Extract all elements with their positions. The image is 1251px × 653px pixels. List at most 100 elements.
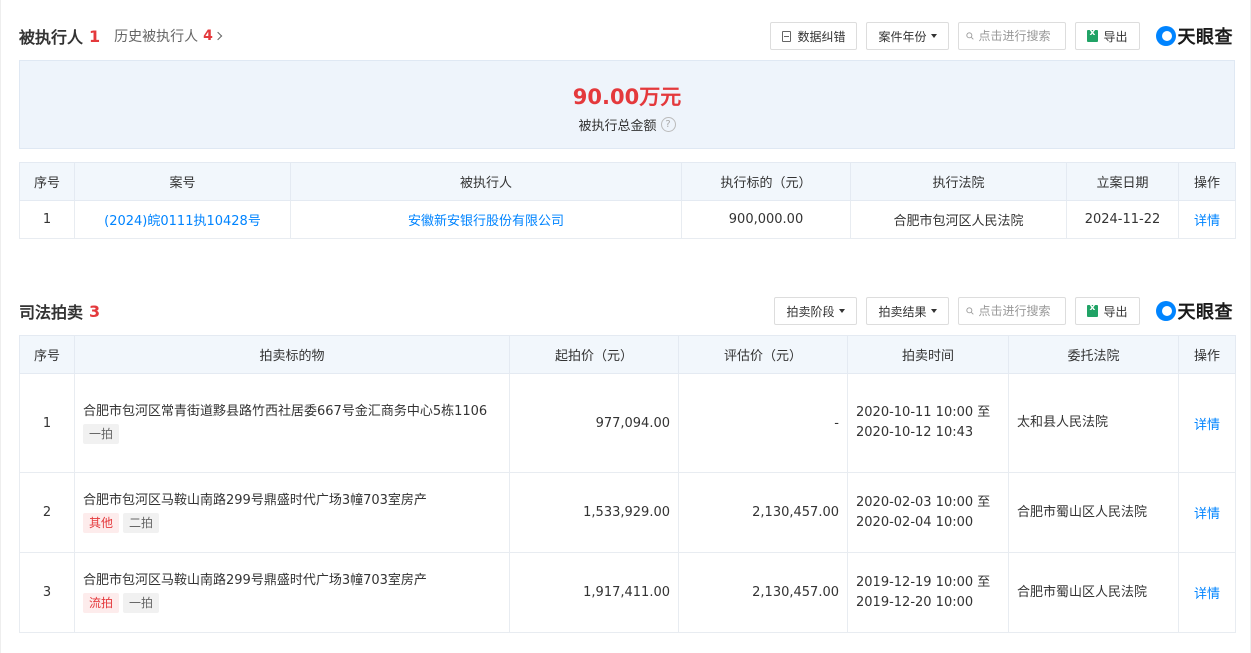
header-start-price: 起拍价（元） (509, 335, 679, 374)
caret-down-icon (931, 34, 938, 38)
caret-down-icon (931, 309, 938, 313)
total-amount-summary: 90.00万元 被执行总金额 ? (19, 60, 1235, 149)
header-amount: 执行标的（元） (681, 162, 851, 201)
excel-icon (1087, 28, 1099, 42)
export-button[interactable]: 导出 (1075, 297, 1140, 325)
row-no: 1 (19, 200, 75, 239)
row-no: 2 (19, 472, 75, 553)
search-box[interactable] (958, 22, 1067, 50)
detail-link[interactable]: 详情 (1178, 552, 1236, 633)
auction-time-cell: 2020-10-11 10:00 至 2020-10-12 10:43 (847, 373, 1009, 473)
tag-badge: 二拍 (123, 513, 160, 533)
auction-item-cell: 合肥市包河区常青街道黟县路竹西社居委667号金汇商务中心5栋1106 一拍 (74, 373, 510, 473)
export-label: 导出 (1103, 29, 1128, 44)
table-row: 1 (2024)皖0111执10428号 安徽新安银行股份有限公司 900,00… (19, 200, 1236, 239)
row-no: 3 (19, 552, 75, 633)
table-row: 1 合肥市包河区常青街道黟县路竹西社居委667号金汇商务中心5栋1106 一拍 … (19, 373, 1236, 473)
header-court: 执行法院 (850, 162, 1067, 201)
table-row: 3 合肥市包河区马鞍山南路299号鼎盛时代广场3幢703室房产 流拍 一拍 1,9… (19, 552, 1236, 633)
header-action: 操作 (1178, 335, 1236, 374)
search-input[interactable] (978, 29, 1059, 43)
header-date: 立案日期 (1066, 162, 1179, 201)
header-time: 拍卖时间 (847, 335, 1009, 374)
executed-person-table: 序号 案号 被执行人 执行标的（元） 执行法院 立案日期 操作 1 (2024)… (19, 162, 1236, 239)
judicial-auction-title: 司法拍卖 (19, 303, 84, 322)
appraisal-cell: 2,130,457.00 (678, 472, 848, 553)
export-label: 导出 (1103, 304, 1128, 319)
excel-icon (1087, 303, 1099, 317)
search-icon (966, 307, 975, 315)
search-icon (966, 32, 975, 40)
search-box[interactable] (958, 297, 1067, 325)
help-icon[interactable]: ? (660, 117, 676, 132)
auction-time-cell: 2019-12-19 10:00 至 2019-12-20 10:00 (847, 552, 1009, 633)
total-amount-value: 90.00万元 (572, 85, 682, 109)
header-case-no: 案号 (74, 162, 291, 201)
caret-down-icon (839, 309, 846, 313)
header-court: 委托法院 (1008, 335, 1179, 374)
tianyancha-logo: 天眼查 (1155, 23, 1234, 49)
judicial-auction-header: 司法拍卖 3 拍卖阶段 拍卖结果 导出 天眼查 (19, 296, 1233, 326)
auction-item-text: 合肥市包河区马鞍山南路299号鼎盛时代广场3幢703室房产 (83, 573, 427, 588)
header-no: 序号 (19, 335, 75, 374)
appraisal-cell: - (678, 373, 848, 473)
search-input[interactable] (978, 304, 1059, 318)
data-correction-label: 数据纠错 (797, 29, 846, 44)
start-price-cell: 1,917,411.00 (509, 552, 679, 633)
date-cell: 2024-11-22 (1066, 200, 1179, 239)
executed-person-title: 被执行人 (19, 28, 84, 47)
chevron-right-icon (213, 31, 223, 41)
case-year-dropdown[interactable]: 案件年份 (866, 22, 950, 50)
case-no-link[interactable]: (2024)皖0111执10428号 (74, 200, 291, 239)
party-link[interactable]: 安徽新安银行股份有限公司 (290, 200, 682, 239)
export-button[interactable]: 导出 (1075, 22, 1140, 50)
table-header-row: 序号 案号 被执行人 执行标的（元） 执行法院 立案日期 操作 (19, 162, 1236, 201)
court-cell: 合肥市蜀山区人民法院 (1008, 472, 1179, 553)
start-price-cell: 977,094.00 (509, 373, 679, 473)
auction-stage-dropdown[interactable]: 拍卖阶段 (774, 297, 858, 325)
header-appraisal: 评估价（元） (678, 335, 848, 374)
table-row: 2 合肥市包河区马鞍山南路299号鼎盛时代广场3幢703室房产 其他 二拍 1,5… (19, 472, 1236, 553)
auction-stage-label: 拍卖阶段 (786, 304, 835, 319)
auction-item-text: 合肥市包河区常青街道黟县路竹西社居委667号金汇商务中心5栋1106 (83, 403, 488, 419)
auction-time-cell: 2020-02-03 10:00 至 2020-02-04 10:00 (847, 472, 1009, 553)
history-executed-label: 历史被执行人 (114, 29, 199, 45)
logo-icon (1155, 301, 1176, 321)
executed-person-header: 被执行人 1 历史被执行人 4 数据纠错 案件年份 导出 天眼查 (19, 21, 1233, 51)
tag-badge: 流拍 (83, 593, 120, 613)
header-action: 操作 (1178, 162, 1236, 201)
header-no: 序号 (19, 162, 75, 201)
history-executed-link[interactable]: 历史被执行人 4 (114, 26, 223, 46)
appraisal-cell: 2,130,457.00 (678, 552, 848, 633)
court-cell: 太和县人民法院 (1008, 373, 1179, 473)
document-icon (782, 30, 792, 42)
executed-person-count: 1 (89, 26, 101, 46)
logo-text: 天眼查 (1177, 27, 1233, 48)
auction-result-dropdown[interactable]: 拍卖结果 (866, 297, 950, 325)
page: 被执行人 1 历史被执行人 4 数据纠错 案件年份 导出 天眼查 (0, 0, 1251, 653)
data-correction-button[interactable]: 数据纠错 (770, 22, 858, 50)
judicial-auction-count: 3 (89, 301, 101, 321)
detail-link[interactable]: 详情 (1178, 373, 1236, 473)
logo-text: 天眼查 (1177, 302, 1233, 323)
header-party: 被执行人 (290, 162, 682, 201)
row-no: 1 (19, 373, 75, 473)
start-price-cell: 1,533,929.00 (509, 472, 679, 553)
header-item: 拍卖标的物 (74, 335, 510, 374)
tag-badge: 一拍 (123, 593, 160, 613)
auction-item-cell: 合肥市包河区马鞍山南路299号鼎盛时代广场3幢703室房产 流拍 一拍 (74, 552, 510, 633)
detail-link[interactable]: 详情 (1178, 200, 1236, 239)
total-amount-label: 被执行总金额 (578, 119, 657, 134)
logo-icon (1155, 26, 1176, 46)
judicial-auction-table: 序号 拍卖标的物 起拍价（元） 评估价（元） 拍卖时间 委托法院 操作 1 合肥… (19, 335, 1236, 633)
tianyancha-logo: 天眼查 (1155, 298, 1234, 324)
tag-badge: 一拍 (83, 423, 120, 444)
auction-result-label: 拍卖结果 (878, 304, 927, 319)
case-year-label: 案件年份 (878, 29, 927, 44)
amount-cell: 900,000.00 (681, 200, 851, 239)
history-executed-count: 4 (203, 28, 213, 44)
tag-badge: 其他 (83, 513, 120, 533)
auction-item-cell: 合肥市包河区马鞍山南路299号鼎盛时代广场3幢703室房产 其他 二拍 (74, 472, 510, 553)
detail-link[interactable]: 详情 (1178, 472, 1236, 553)
court-cell: 合肥市蜀山区人民法院 (1008, 552, 1179, 633)
